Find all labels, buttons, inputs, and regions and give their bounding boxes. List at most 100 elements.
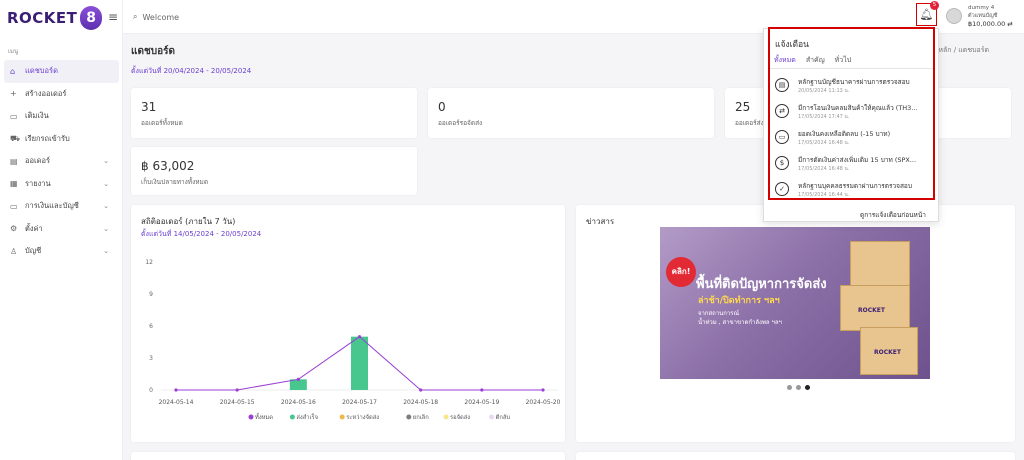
x-tick-label: 2024-05-15 bbox=[220, 399, 255, 406]
plus-icon: + bbox=[10, 89, 17, 99]
carousel-dot[interactable] bbox=[787, 385, 792, 390]
sidebar-item-pickup[interactable]: ⛟ เรียกรถเข้ารับ bbox=[4, 128, 119, 151]
bottom-card bbox=[576, 452, 1015, 460]
stat-label: ออเดอร์รอจัดส่ง bbox=[438, 119, 483, 127]
search-text: Welcome bbox=[142, 12, 180, 22]
wallet-low-icon: ▭ bbox=[775, 130, 789, 144]
stat-card-total-orders: 31 ออเดอร์ทั้งหมด bbox=[131, 88, 417, 138]
y-tick-label: 12 bbox=[145, 259, 153, 266]
money-transfer-icon: ⇄ bbox=[775, 104, 789, 118]
sidebar-item-label: ตั้งค่า bbox=[25, 223, 43, 233]
notification-item[interactable]: ✓ หลักฐานบุคคลธรรมดาผ่านการตรวจสอบ 17/05… bbox=[775, 179, 935, 205]
sidebar-item-label: บัญชี bbox=[25, 246, 42, 256]
search-bar[interactable]: ⌕ Welcome bbox=[133, 12, 179, 22]
stat-label: เก็บเงินปลายทางทั้งหมด bbox=[141, 178, 209, 186]
notification-text: หลักฐานบุคคลธรรมดาผ่านการตรวจสอบ bbox=[798, 182, 912, 190]
notification-count-badge: 5 bbox=[930, 1, 939, 10]
banner-click-badge: คลิก! bbox=[666, 257, 696, 287]
box-icon: ▤ bbox=[10, 156, 18, 166]
carousel-dot-active[interactable] bbox=[805, 385, 810, 390]
hamburger-menu-icon[interactable]: ≡ bbox=[108, 10, 118, 24]
sidebar-item-settings[interactable]: ⚙ ตั้งค่า ⌄ bbox=[4, 218, 119, 241]
chart-point bbox=[235, 388, 239, 392]
notification-item[interactable]: $ มีการตัดเงินค่าส่งเพิ่มเติม 15 บาท (SP… bbox=[775, 153, 935, 179]
sidebar-item-label: การเงินและบัญชี bbox=[25, 201, 79, 211]
search-icon: ⌕ bbox=[133, 12, 138, 21]
user-role: ตัวแทนบัญชี bbox=[968, 13, 998, 19]
sidebar-menu: ⌂ แดชบอร์ด + สร้างออเดอร์ ▭ เติมเงิน ⛟ เรียก… bbox=[4, 60, 119, 263]
notification-text: มีการโอนเงินคลมสินค้าให้คุณแล้ว (TH3... bbox=[798, 104, 918, 112]
banner-description: จากสถานการณ์ น้ำท่วม , สาขาขาดกำลังพล ฯล… bbox=[698, 309, 782, 327]
news-banner[interactable]: ROCKET ROCKET คลิก! พื้นที่ติดปัญหาการจั… bbox=[660, 227, 930, 379]
notification-text: มีการตัดเงินค่าส่งเพิ่มเติม 15 บาท (SPX.… bbox=[798, 156, 917, 164]
stat-label: ออเดอร์ทั้งหมด bbox=[141, 119, 183, 127]
stat-card-pending-orders: 0 ออเดอร์รอจัดส่ง bbox=[428, 88, 714, 138]
notification-tabs: ทั้งหมด สำคัญ ทั่วไป bbox=[774, 55, 851, 69]
brand-logo[interactable]: ROCKET 8 bbox=[7, 6, 103, 30]
chart-point bbox=[357, 335, 362, 339]
banner-box-logo: ROCKET bbox=[858, 307, 885, 314]
sidebar-item-orders[interactable]: ▤ ออเดอร์ ⌄ bbox=[4, 150, 119, 173]
sidebar-item-create-order[interactable]: + สร้างออเดอร์ bbox=[4, 83, 119, 106]
coin-icon: $ bbox=[775, 156, 789, 170]
truck-icon: ⛟ bbox=[10, 133, 21, 143]
home-icon: ⌂ bbox=[10, 66, 16, 76]
tab-general[interactable]: ทั่วไป bbox=[835, 55, 852, 69]
notification-item[interactable]: ▭ ยอดเงินคงเหลือติดลบ (-15 บาท) 17/05/20… bbox=[775, 127, 935, 153]
stat-card-cod-total: ฿ 63,002 เก็บเงินปลายทางทั้งหมด bbox=[131, 147, 417, 195]
notification-date: 17/05/2024 16:44 น. bbox=[798, 192, 850, 198]
view-previous-notifications-link[interactable]: ดูการแจ้งเตือนก่อนหน้า bbox=[860, 210, 926, 220]
notification-date: 17/05/2024 16:48 น. bbox=[798, 140, 850, 146]
avatar[interactable] bbox=[946, 8, 962, 24]
chevron-down-icon: ⌄ bbox=[103, 179, 109, 188]
banner-description-line: น้ำท่วม , สาขาขาดกำลังพล ฯลฯ bbox=[698, 319, 782, 326]
chevron-down-icon: ⌄ bbox=[103, 224, 109, 233]
sidebar-item-label: เรียกรถเข้ารับ bbox=[25, 133, 70, 143]
sidebar-item-dashboard[interactable]: ⌂ แดชบอร์ด bbox=[4, 60, 119, 83]
sidebar-item-finance[interactable]: ▭ การเงินและบัญชี ⌄ bbox=[4, 195, 119, 218]
user-info[interactable]: dummy 4 ตัวแทนบัญชี ฿10,000.00 ⇄ bbox=[968, 4, 1013, 28]
notification-item[interactable]: ▤ หลักฐานบัญชีธนาคารผ่านการตรวจสอบ 20/05… bbox=[775, 75, 935, 101]
order-stats-chart: 0 3 6 9 12 2024-05-14 2024-05-15 2024-05-16 2024… bbox=[145, 259, 560, 421]
tab-important[interactable]: สำคัญ bbox=[806, 55, 825, 69]
carousel-dot[interactable] bbox=[796, 385, 801, 390]
order-stats-card: สถิติออเดอร์ (ภายใน 7 วัน) ตั้งแต่วันที่… bbox=[131, 205, 565, 442]
notification-item[interactable]: ⇄ มีการโอนเงินคลมสินค้าให้คุณแล้ว (TH3..… bbox=[775, 101, 935, 127]
y-tick-label: 3 bbox=[149, 355, 153, 362]
menu-section-title: เมนู bbox=[8, 48, 19, 55]
sidebar-item-label: แดชบอร์ด bbox=[25, 66, 58, 76]
sidebar-item-topup[interactable]: ▭ เติมเงิน bbox=[4, 105, 119, 128]
legend-marker bbox=[489, 414, 495, 420]
tab-all[interactable]: ทั้งหมด bbox=[774, 55, 796, 69]
legend-marker bbox=[289, 414, 295, 420]
stat-value: 0 bbox=[438, 100, 446, 114]
chart-point bbox=[419, 388, 423, 392]
x-tick-label: 2024-05-19 bbox=[464, 399, 499, 406]
refresh-icon[interactable]: ⇄ bbox=[1007, 20, 1012, 28]
y-tick-label: 6 bbox=[149, 323, 153, 330]
document-check-icon: ✓ bbox=[775, 182, 789, 196]
bell-icon: 🔔︎ bbox=[919, 8, 934, 21]
sidebar-item-label: ออเดอร์ bbox=[25, 156, 50, 166]
banner-headline: พื้นที่ติดปัญหาการจัดส่ง bbox=[696, 277, 827, 292]
legend-label: ตีกลับ bbox=[495, 413, 510, 421]
notification-date: 17/05/2024 16:48 น. bbox=[798, 166, 850, 172]
divider bbox=[770, 68, 934, 69]
money-icon: ▭ bbox=[10, 201, 18, 211]
chart-point bbox=[296, 377, 300, 381]
news-card: ข่าวสาร ROCKET ROCKET คลิก! พื้นที่ติดปั… bbox=[576, 205, 1015, 442]
news-title: ข่าวสาร bbox=[586, 217, 615, 226]
sidebar-item-account[interactable]: ♙ บัญชี ⌄ bbox=[4, 240, 119, 263]
notification-title: แจ้งเตือน bbox=[775, 40, 809, 50]
sidebar-item-label: สร้างออเดอร์ bbox=[25, 88, 67, 98]
notification-button[interactable]: 🔔︎ 5 bbox=[916, 1, 939, 26]
legend-marker bbox=[443, 414, 449, 420]
sidebar-item-label: รายงาน bbox=[25, 178, 51, 188]
sidebar-item-reports[interactable]: ▦ รายงาน ⌄ bbox=[4, 173, 119, 196]
legend-marker bbox=[406, 414, 412, 420]
banner-subheadline: ล่าช้า/ปิดทำการ ฯลฯ bbox=[698, 296, 780, 306]
wallet-icon: ▭ bbox=[10, 111, 18, 121]
legend-label: ระหว่างจัดส่ง bbox=[346, 413, 379, 421]
chart-point bbox=[174, 388, 178, 392]
x-tick-label: 2024-05-16 bbox=[281, 399, 316, 406]
